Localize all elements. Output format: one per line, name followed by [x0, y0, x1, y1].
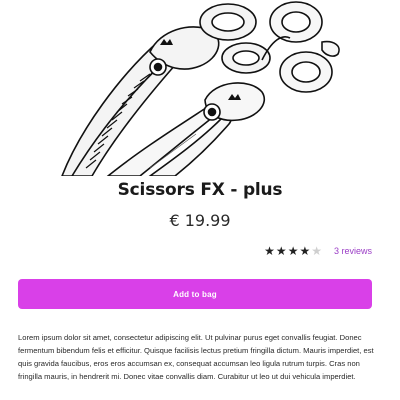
star-filled-icon: ★ [264, 244, 275, 258]
product-price: € 19.99 [169, 211, 231, 230]
star-filled-icon: ★ [287, 244, 299, 258]
star-filled-icon: ★ [299, 244, 311, 258]
scissors-illustration [61, 1, 340, 176]
star-filled-icon: ★ [275, 244, 287, 258]
product-image [0, 0, 400, 176]
product-description: Lorem ipsum dolor sit amet, consectetur … [18, 333, 374, 381]
reviews-link[interactable]: 3 reviews [334, 246, 372, 256]
product-title: Scissors FX - plus [117, 180, 283, 200]
star-rating: ★ ★ ★ ★ ★ [264, 245, 322, 257]
rating-row: ★ ★ ★ ★ ★ 3 reviews [264, 244, 372, 258]
star-empty-icon: ★ [311, 244, 322, 258]
add-to-bag-button[interactable]: Add to bag [18, 279, 372, 309]
